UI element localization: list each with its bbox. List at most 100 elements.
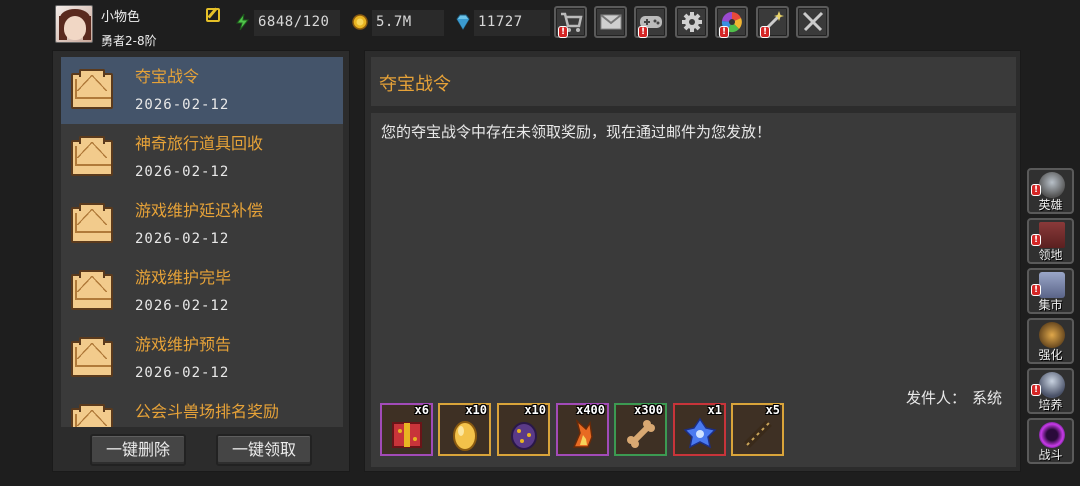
side-nav-label: 领地 <box>1038 248 1063 262</box>
delete-all-button[interactable]: 一键删除 <box>90 434 186 466</box>
settings-button[interactable] <box>675 6 708 38</box>
mail-item-date: 2026-02-12 <box>135 231 230 247</box>
envelope-icon <box>71 270 113 310</box>
reward-qty: x5 <box>765 403 780 417</box>
player-name: 小物色 <box>101 10 141 25</box>
mail-list-item[interactable]: 游戏维护预告 2026-02-12 <box>61 325 343 392</box>
side-nav-label: 战斗 <box>1038 448 1063 462</box>
blue-crystal-icon <box>683 417 717 449</box>
hero-helmet-icon <box>1039 172 1065 198</box>
mail-item-date: 2026-02-12 <box>135 97 230 113</box>
reward-slot[interactable]: x1 <box>673 403 726 456</box>
side-nav-cultivate[interactable]: ! 培养 <box>1027 368 1074 414</box>
envelope-icon <box>71 203 113 243</box>
reward-qty: x6 <box>414 403 429 417</box>
mail-list-item[interactable]: 游戏维护延迟补偿 2026-02-12 <box>61 191 343 258</box>
mail-list[interactable]: 夺宝战令 2026-02-12 神奇旅行道具回收 2026-02-12 游戏维护… <box>61 57 343 427</box>
side-nav-hero[interactable]: ! 英雄 <box>1027 168 1074 214</box>
gem-value: 11727 <box>478 14 523 30</box>
mail-detail-panel: 夺宝战令 您的夺宝战令中存在未领取奖励，现在通过邮件为您发放！ 发件人： 系统 x… <box>364 50 1021 472</box>
cultivate-alert-badge: ! <box>1031 384 1041 396</box>
reward-slot[interactable]: x10 <box>497 403 550 456</box>
energy-value: 6848/120 <box>258 14 330 30</box>
game-button[interactable]: ! <box>634 6 667 38</box>
shop-button[interactable]: ! <box>554 6 587 38</box>
bone-icon <box>627 420 655 448</box>
reward-qty: x400 <box>576 403 605 417</box>
mail-item-title: 游戏维护完毕 <box>135 268 232 287</box>
envelope-icon <box>71 337 113 377</box>
mail-button[interactable] <box>594 6 627 38</box>
sparkle-button[interactable]: ! <box>756 6 789 38</box>
enhance-rune-icon <box>1039 322 1065 348</box>
reward-slot[interactable]: x6 <box>380 403 433 456</box>
edit-name-icon[interactable] <box>206 8 220 22</box>
claim-all-button[interactable]: 一键领取 <box>216 434 312 466</box>
mail-item-date: 2026-02-12 <box>135 298 230 314</box>
gold-counter: 5.7M <box>372 10 444 36</box>
energy-bolt-icon <box>235 13 250 31</box>
castle-icon <box>1039 222 1065 248</box>
reward-slot[interactable]: x400 <box>556 403 609 456</box>
market-alert-badge: ! <box>1031 284 1041 296</box>
flame-shard-icon <box>572 418 593 448</box>
battle-swords-button[interactable] <box>796 6 829 38</box>
territory-alert-badge: ! <box>1031 234 1041 246</box>
sparkle-alert-badge: ! <box>760 26 770 38</box>
game-alert-badge: ! <box>638 26 648 38</box>
mail-list-panel: 夺宝战令 2026-02-12 神奇旅行道具回收 2026-02-12 游戏维护… <box>52 50 350 472</box>
side-nav-market[interactable]: ! 集市 <box>1027 268 1074 314</box>
mail-detail-text: 您的夺宝战令中存在未领取奖励，现在通过邮件为您发放！ <box>381 123 772 141</box>
side-nav-territory[interactable]: ! 领地 <box>1027 218 1074 264</box>
sender-name: 系统 <box>971 389 1002 407</box>
purple-dice-egg-icon <box>511 422 537 450</box>
settings-gear-icon <box>681 12 702 32</box>
player-rank: 勇者2-8阶 <box>101 34 157 48</box>
mail-item-title: 神奇旅行道具回收 <box>135 134 264 153</box>
mail-detail-header: 夺宝战令 <box>371 57 1016 106</box>
gem-counter: 11727 <box>474 10 550 36</box>
player-avatar[interactable] <box>55 5 93 43</box>
mail-detail-title: 夺宝战令 <box>379 74 451 95</box>
mail-detail-body: 您的夺宝战令中存在未领取奖励，现在通过邮件为您发放！ 发件人： 系统 x6 x10 <box>371 113 1016 467</box>
gold-value: 5.7M <box>376 14 412 30</box>
golden-egg-icon <box>453 421 477 451</box>
hero-alert-badge: ! <box>1031 184 1041 196</box>
crossed-swords-icon <box>802 11 823 32</box>
reward-qty: x10 <box>465 403 487 417</box>
mail-item-title: 公会斗兽场排名奖励 <box>135 402 280 421</box>
reward-slot[interactable]: x300 <box>614 403 667 456</box>
reward-qty: x10 <box>524 403 546 417</box>
mail-list-item[interactable]: 夺宝战令 2026-02-12 <box>61 57 343 124</box>
side-nav-enhance[interactable]: 强化 <box>1027 318 1074 364</box>
side-nav-label: 培养 <box>1038 398 1063 412</box>
side-nav-battle[interactable]: 战斗 <box>1027 418 1074 464</box>
side-nav-label: 强化 <box>1038 348 1063 362</box>
mail-sender: 发件人： 系统 <box>906 387 1002 408</box>
reward-qty: x1 <box>707 403 722 417</box>
side-nav-label: 集市 <box>1038 298 1063 312</box>
shop-alert-badge: ! <box>558 26 568 38</box>
color-wheel-button[interactable]: ! <box>715 6 748 38</box>
reward-slot[interactable]: x10 <box>438 403 491 456</box>
mail-list-item[interactable]: 游戏维护完毕 2026-02-12 <box>61 258 343 325</box>
energy-counter: 6848/120 <box>254 10 340 36</box>
mail-list-item[interactable]: 神奇旅行道具回收 2026-02-12 <box>61 124 343 191</box>
envelope-icon <box>71 136 113 176</box>
trophy-cultivate-icon <box>1039 372 1065 398</box>
mail-item-title: 夺宝战令 <box>135 67 200 86</box>
mail-item-title: 游戏维护延迟补偿 <box>135 201 264 220</box>
envelope-icon <box>71 404 113 427</box>
mail-item-date: 2026-02-12 <box>135 164 230 180</box>
gold-coin-icon <box>352 14 368 30</box>
battle-portal-icon <box>1039 422 1065 448</box>
mail-item-title: 游戏维护预告 <box>135 335 232 354</box>
market-stall-icon <box>1039 272 1065 298</box>
reward-slot[interactable]: x5 <box>731 403 784 456</box>
red-gift-pack-icon <box>392 422 422 448</box>
side-nav-label: 英雄 <box>1038 198 1063 212</box>
mail-list-item[interactable]: 公会斗兽场排名奖励 <box>61 392 343 427</box>
telescope-scroll-icon <box>744 420 772 448</box>
envelope-icon <box>71 69 113 109</box>
mail-item-date: 2026-02-12 <box>135 365 230 381</box>
